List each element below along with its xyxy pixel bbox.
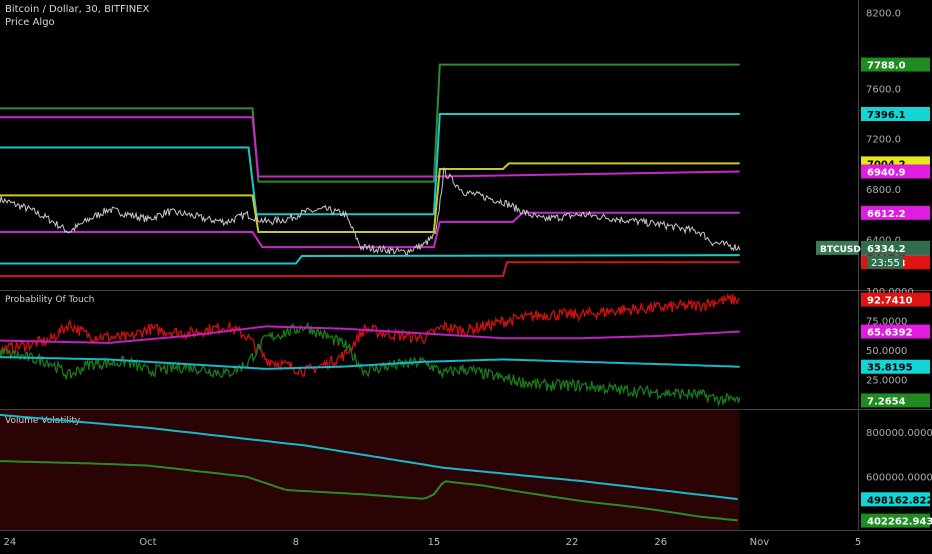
symbol-title: Bitcoin / Dollar, 30, BITFINEX: [5, 4, 150, 15]
y-tick-label: 600000.0000: [866, 473, 932, 484]
x-tick-label: 15: [428, 537, 441, 548]
x-tick-label: Oct: [139, 537, 156, 548]
y-tick-label: 7600.0: [866, 84, 901, 95]
y-tick-label: 7200.0: [866, 135, 901, 146]
price-level-badge-text: 7396.1: [867, 110, 906, 121]
probability-badge-text: 92.7410: [867, 296, 913, 307]
symbol-badge-text: BTCUSD: [820, 245, 861, 255]
pane-title: Probability Of Touch: [5, 295, 94, 305]
price-level-badge-text: 7788.0: [867, 61, 906, 72]
x-tick-label: 24: [3, 537, 16, 548]
countdown-text: 23:55: [871, 258, 900, 269]
volatility-badge-text: 498162.8227: [867, 495, 932, 506]
y-tick-label: 6800.0: [866, 185, 901, 196]
y-tick-label: 25.0000: [866, 376, 907, 387]
x-tick-label: 5: [855, 537, 861, 548]
last-price-text: 6334.2: [867, 244, 906, 255]
probability-badge-text: 65.6392: [867, 328, 913, 339]
x-tick-label: 26: [654, 537, 667, 548]
y-tick-label: 800000.0000: [866, 428, 932, 439]
chart-stage[interactable]: Probability Of Touch Volume Volatility 24 O…: [0, 0, 932, 550]
y-tick-label: 50.0000: [866, 346, 907, 357]
y-tick-label: 8200.0: [866, 9, 901, 20]
probability-badge-text: 35.8195: [867, 363, 913, 374]
indicator-name: Price Algo: [5, 17, 55, 28]
trading-chart[interactable]: Probability Of TouchVolume Volatility24 O…: [0, 0, 932, 550]
x-tick-label: 22: [566, 537, 579, 548]
x-tick-label: 8: [293, 537, 299, 548]
price-level-badge-text: 6940.9: [867, 167, 906, 178]
volatility-badge-text: 402262.9432: [867, 517, 932, 528]
x-tick-label: Nov: [750, 537, 770, 548]
probability-badge-text: 7.2654: [867, 396, 906, 407]
volume-panel-shade: [0, 410, 740, 530]
price-level-badge-text: 6612.2: [867, 209, 906, 220]
